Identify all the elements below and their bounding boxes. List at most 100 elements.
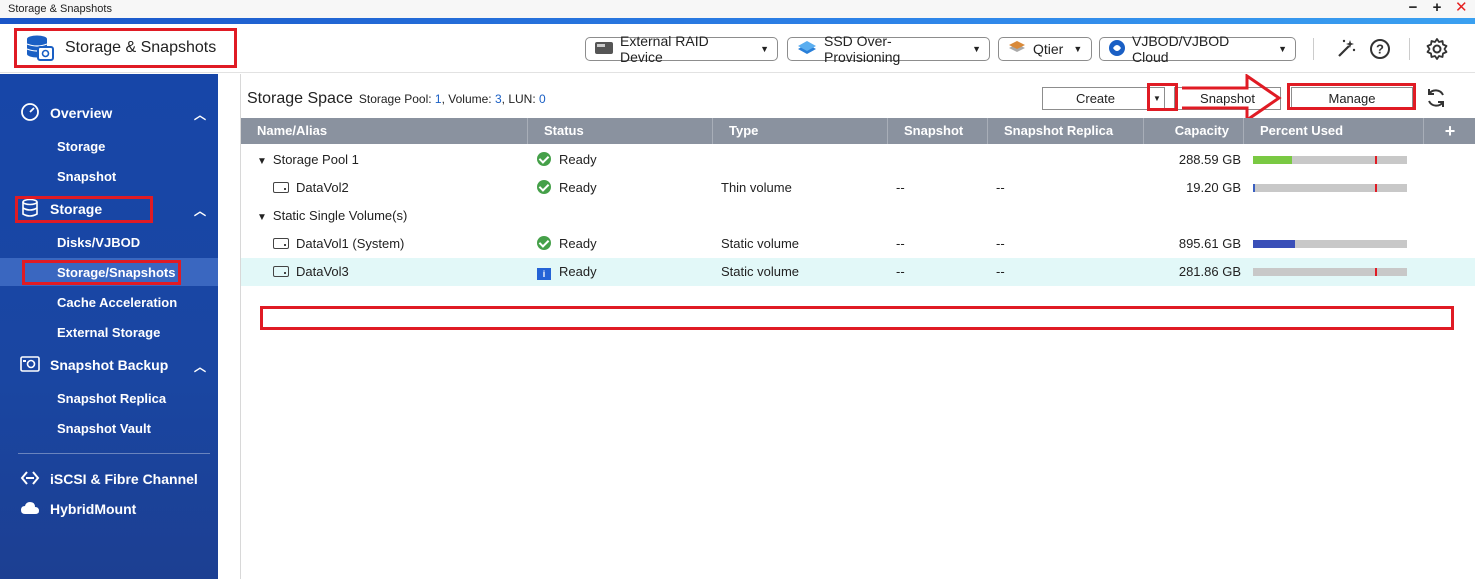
arrow-annotation-icon: [1182, 74, 1282, 122]
volume-icon: [273, 266, 289, 277]
vjbod-icon: [1108, 39, 1126, 60]
table-row[interactable]: DataVol2 Ready Thin volume -- -- 19.20 G…: [241, 174, 1475, 202]
chevron-down-icon[interactable]: ▼: [257, 156, 267, 167]
sidebar: Overview ︿ Storage Snapshot Storage ︿ Di…: [0, 74, 218, 579]
status-cell: Ready: [537, 146, 597, 174]
replica-cell: --: [996, 180, 1005, 195]
highlight-box-create-caret: [1147, 83, 1178, 111]
qtier-icon: [1007, 40, 1027, 59]
app-title: Storage & Snapshots: [65, 39, 217, 56]
chevron-down-icon: ▼: [760, 44, 769, 54]
camera-icon: [20, 355, 40, 376]
percent-used-bar: [1253, 156, 1407, 164]
refresh-icon[interactable]: [1423, 85, 1449, 111]
sidebar-item-disks-vjbod[interactable]: Disks/VJBOD: [0, 228, 218, 256]
column-header-type[interactable]: Type: [713, 118, 888, 144]
column-header-status[interactable]: Status: [528, 118, 713, 144]
gauge-icon: [20, 102, 40, 125]
sidebar-section-snapshot-backup[interactable]: Snapshot Backup ︿: [0, 350, 218, 380]
sidebar-section-hybridmount[interactable]: HybridMount: [0, 494, 218, 524]
highlight-box-storage-snapshots: [22, 260, 181, 285]
replica-cell: --: [996, 236, 1005, 251]
column-header-percent-used[interactable]: Percent Used: [1244, 118, 1424, 144]
svg-text:?: ?: [1376, 42, 1384, 57]
sidebar-section-iscsi[interactable]: iSCSI & Fibre Channel: [0, 464, 218, 494]
column-header-snapshot-replica[interactable]: Snapshot Replica: [988, 118, 1144, 144]
volume-icon: [273, 238, 289, 249]
table-header: Name/Alias Status Type Snapshot Snapshot…: [241, 118, 1475, 144]
percent-used-fill: [1253, 240, 1295, 248]
sidebar-item-snapshot-overview[interactable]: Snapshot: [0, 162, 218, 190]
close-icon[interactable]: ✕: [1455, 0, 1468, 16]
sidebar-item-snapshot-vault[interactable]: Snapshot Vault: [0, 414, 218, 442]
percent-used-fill: [1253, 184, 1255, 192]
volume-icon: [273, 182, 289, 193]
chevron-down-icon: ▼: [1073, 44, 1083, 54]
cloud-icon: [20, 500, 40, 519]
app-header: Storage & Snapshots External RAID Device…: [0, 24, 1475, 73]
window-titlebar: Storage & Snapshots − + ✕: [0, 0, 1475, 18]
header-divider: [1313, 38, 1314, 60]
status-cell: Ready: [537, 230, 597, 258]
external-raid-device-button[interactable]: External RAID Device ▼: [585, 33, 778, 65]
storage-app-icon: [25, 34, 55, 62]
check-circle-icon: [537, 152, 551, 166]
capacity-cell: 281.86 GB: [1178, 264, 1241, 279]
maximize-icon[interactable]: +: [1431, 0, 1443, 16]
status-cell: Ready: [537, 174, 597, 202]
raid-icon: [594, 41, 614, 58]
snapshot-cell: --: [896, 264, 905, 279]
status-cell: i Ready: [537, 258, 597, 286]
ssd-over-provisioning-button[interactable]: SSD Over-Provisioning ▼: [787, 33, 990, 65]
main-panel: Storage Space Storage Pool: 1, Volume: 3…: [240, 74, 1475, 579]
header-divider: [1409, 38, 1410, 60]
name-cell: ▼ Static Single Volume(s): [257, 208, 408, 223]
column-header-snapshot[interactable]: Snapshot: [888, 118, 988, 144]
capacity-cell: 19.20 GB: [1186, 180, 1241, 195]
type-cell: Thin volume: [721, 180, 792, 195]
chevron-up-icon[interactable]: ︿: [194, 358, 206, 375]
threshold-marker: [1375, 156, 1377, 164]
replica-cell: --: [996, 264, 1005, 279]
name-cell: DataVol2: [273, 174, 349, 202]
magic-wand-icon[interactable]: [1333, 36, 1359, 62]
percent-used-bar: [1253, 240, 1407, 248]
sidebar-item-cache-acceleration[interactable]: Cache Acceleration: [0, 288, 218, 316]
qtier-button[interactable]: Qtier ▼: [998, 37, 1092, 61]
iscsi-icon: [20, 469, 40, 490]
help-icon[interactable]: ?: [1367, 36, 1393, 62]
storage-table: Name/Alias Status Type Snapshot Snapshot…: [241, 118, 1475, 330]
table-row[interactable]: ▼ Storage Pool 1 Ready 288.59 GB: [241, 146, 1475, 174]
storage-summary: Storage Pool: 1, Volume: 3, LUN: 0: [358, 92, 546, 106]
minimize-icon[interactable]: −: [1407, 0, 1419, 16]
sidebar-item-external-storage[interactable]: External Storage: [0, 318, 218, 346]
percent-used-bar: [1253, 184, 1407, 192]
type-cell: Static volume: [721, 236, 800, 251]
check-circle-icon: [537, 180, 551, 194]
column-header-capacity[interactable]: Capacity: [1144, 118, 1244, 144]
chevron-down-icon: ▼: [1278, 44, 1287, 54]
table-row-selected[interactable]: DataVol3 i Ready Static volume -- -- 281.…: [241, 258, 1475, 286]
chevron-down-icon: ▼: [972, 44, 981, 54]
snapshot-cell: --: [896, 180, 905, 195]
table-row[interactable]: DataVol1 (System) Ready Static volume --…: [241, 230, 1475, 258]
page-title: Storage Space: [247, 90, 353, 107]
capacity-cell: 895.61 GB: [1178, 236, 1241, 251]
table-row[interactable]: ▼ Static Single Volume(s): [241, 202, 1475, 230]
ssd-icon: [796, 40, 818, 59]
type-cell: Static volume: [721, 264, 800, 279]
chevron-up-icon[interactable]: ︿: [194, 202, 206, 219]
highlight-box-manage: [1287, 83, 1416, 110]
chevron-down-icon[interactable]: ▼: [257, 212, 267, 223]
gear-icon[interactable]: [1424, 36, 1450, 62]
create-button[interactable]: Create: [1042, 87, 1149, 110]
sidebar-item-snapshot-replica[interactable]: Snapshot Replica: [0, 384, 218, 412]
column-header-name[interactable]: Name/Alias: [241, 118, 528, 144]
chevron-up-icon[interactable]: ︿: [194, 106, 206, 123]
sidebar-item-storage-overview[interactable]: Storage: [0, 132, 218, 160]
highlight-box-storage: [15, 196, 153, 223]
name-cell: ▼ Storage Pool 1: [257, 152, 359, 167]
add-column-button[interactable]: +: [1424, 118, 1475, 144]
sidebar-section-overview[interactable]: Overview ︿: [0, 98, 218, 128]
vjbod-cloud-button[interactable]: VJBOD/VJBOD Cloud ▼: [1099, 33, 1296, 65]
